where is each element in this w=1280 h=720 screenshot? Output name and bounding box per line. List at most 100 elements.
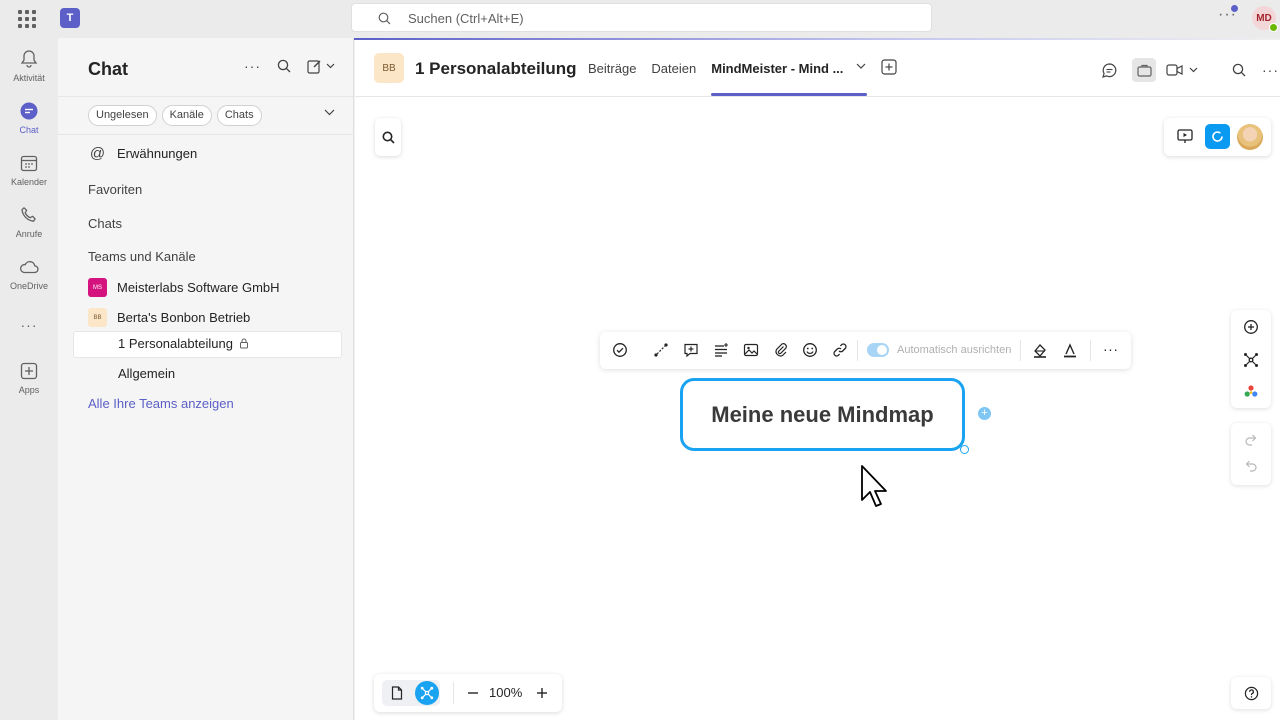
auto-align-toggle[interactable] <box>867 343 889 357</box>
rail-item-calendar[interactable]: Kalender <box>0 152 58 200</box>
rail-label: Chat <box>19 125 39 135</box>
notes-icon[interactable] <box>713 342 729 358</box>
presentation-icon[interactable] <box>1177 129 1193 144</box>
app-launcher-icon[interactable] <box>17 9 37 29</box>
header-actions: ··· <box>1101 58 1279 82</box>
task-check-icon[interactable] <box>612 342 628 358</box>
search-icon[interactable] <box>277 59 291 73</box>
redo-icon[interactable] <box>1244 433 1258 447</box>
team-item-bertas-bonbon[interactable]: BB Berta's Bonbon Betrieb <box>88 308 250 327</box>
refresh-icon <box>1212 131 1223 142</box>
user-initials: MD <box>1256 12 1272 24</box>
image-icon[interactable] <box>743 342 759 358</box>
filter-chats[interactable]: Chats <box>216 105 262 126</box>
new-chat-button[interactable] <box>307 59 335 74</box>
favorites-section[interactable]: Favoriten <box>88 182 142 197</box>
more-options-icon[interactable]: ··· <box>1262 62 1279 78</box>
rail-item-apps[interactable]: Apps <box>0 360 58 408</box>
team-name: Meisterlabs Software GmbH <box>117 280 280 295</box>
notification-dot <box>1231 5 1238 12</box>
channel-content: BB 1 Personalabteilung Beiträge Dateien … <box>355 40 1280 720</box>
add-node-icon[interactable] <box>1243 319 1259 335</box>
fill-color-icon[interactable] <box>1032 342 1048 358</box>
rail-item-onedrive[interactable]: OneDrive <box>0 256 58 304</box>
chat-icon <box>18 100 40 122</box>
mindmap-view-icon <box>420 686 434 700</box>
zoom-out-icon[interactable] <box>466 683 480 703</box>
add-tools-panel <box>1231 310 1271 408</box>
app-rail: Aktivität Chat Kalender Anrufe OneDrive … <box>0 38 58 720</box>
search-icon[interactable] <box>1232 63 1246 77</box>
sync-spinner-icon[interactable] <box>1205 124 1230 149</box>
collaborator-avatar[interactable] <box>1237 124 1263 150</box>
channel-header: BB 1 Personalabteilung Beiträge Dateien … <box>355 40 1280 97</box>
add-child-node-button[interactable]: + <box>978 407 991 420</box>
more-options-icon[interactable]: ··· <box>1103 341 1119 357</box>
mentions-label: Erwähnungen <box>117 146 198 161</box>
tab-files[interactable]: Dateien <box>651 61 696 76</box>
search-input[interactable]: Suchen (Ctrl+Alt+E) <box>351 3 932 32</box>
mentions-item[interactable]: @ Erwähnungen <box>88 145 197 162</box>
theme-colors-icon[interactable] <box>1243 384 1259 400</box>
outline-view-icon[interactable] <box>391 686 403 700</box>
chat-list-panel: Chat ··· Ungelesen Kanäle Chats @ Erwähn… <box>58 38 354 720</box>
team-item-meisterlabs[interactable]: MS Meisterlabs Software GmbH <box>88 278 280 297</box>
node-toolbar: Automatisch ausrichten ··· <box>600 332 1131 369</box>
channel-title: 1 Personalabteilung <box>415 59 577 78</box>
search-icon <box>382 131 395 144</box>
compose-icon <box>307 59 321 74</box>
history-panel <box>1231 423 1271 485</box>
lock-icon <box>239 338 248 349</box>
rail-item-more[interactable]: ··· <box>0 314 58 362</box>
chats-section[interactable]: Chats <box>88 216 122 231</box>
apps-add-icon <box>18 360 40 382</box>
filter-chips: Ungelesen Kanäle Chats <box>88 105 262 126</box>
mouse-cursor-icon <box>861 465 887 507</box>
search-icon <box>378 12 391 25</box>
add-tab-icon[interactable] <box>881 59 897 75</box>
attachment-icon[interactable] <box>773 342 789 358</box>
connection-icon[interactable] <box>653 342 669 358</box>
help-button[interactable] <box>1231 677 1271 709</box>
resize-handle[interactable] <box>960 445 969 454</box>
filter-unread[interactable]: Ungelesen <box>88 105 157 126</box>
channel-item-personalabteilung[interactable]: 1 Personalabteilung <box>118 336 249 351</box>
share-to-meeting-button[interactable] <box>1132 58 1156 82</box>
team-name: Berta's Bonbon Betrieb <box>117 310 251 325</box>
teams-section[interactable]: Teams und Kanäle <box>88 249 196 264</box>
comment-add-icon[interactable] <box>683 342 699 358</box>
tab-posts[interactable]: Beiträge <box>588 61 636 76</box>
top-bar: T Suchen (Ctrl+Alt+E) ··· MD <box>0 0 1280 38</box>
all-teams-link[interactable]: Alle Ihre Teams anzeigen <box>88 396 234 411</box>
root-node[interactable]: Meine neue Mindmap <box>680 378 965 451</box>
rail-item-calls[interactable]: Anrufe <box>0 204 58 252</box>
all-teams-label: Alle Ihre Teams anzeigen <box>88 396 234 411</box>
layout-icon[interactable] <box>1243 352 1259 368</box>
link-icon[interactable] <box>832 342 848 358</box>
channel-item-allgemein[interactable]: Allgemein <box>118 366 175 381</box>
more-icon: ··· <box>20 317 38 333</box>
meet-button[interactable] <box>1166 64 1198 76</box>
filter-channels[interactable]: Kanäle <box>161 105 212 126</box>
map-search-button[interactable] <box>375 118 401 156</box>
bell-icon <box>18 48 40 70</box>
divider <box>58 134 354 135</box>
emoji-icon[interactable] <box>802 342 818 358</box>
phone-icon <box>18 204 40 226</box>
more-options-icon[interactable]: ··· <box>244 58 261 74</box>
channel-avatar: BB <box>374 53 404 83</box>
chevron-down-icon <box>1189 67 1198 73</box>
mindmap-view-button[interactable] <box>415 681 439 705</box>
rail-item-activity[interactable]: Aktivität <box>0 48 58 96</box>
tab-mindmeister[interactable]: MindMeister - Mind ... <box>711 61 843 76</box>
chevron-down-icon[interactable] <box>856 63 866 70</box>
conversation-icon[interactable] <box>1101 62 1118 79</box>
briefcase-icon <box>1136 64 1152 77</box>
user-avatar[interactable]: MD <box>1252 6 1278 32</box>
text-color-icon[interactable] <box>1062 342 1078 358</box>
zoom-in-icon[interactable] <box>535 683 549 703</box>
rail-item-chat[interactable]: Chat <box>0 100 58 148</box>
undo-icon[interactable] <box>1244 459 1258 473</box>
help-icon <box>1244 686 1258 700</box>
chevron-down-icon[interactable] <box>324 109 335 116</box>
